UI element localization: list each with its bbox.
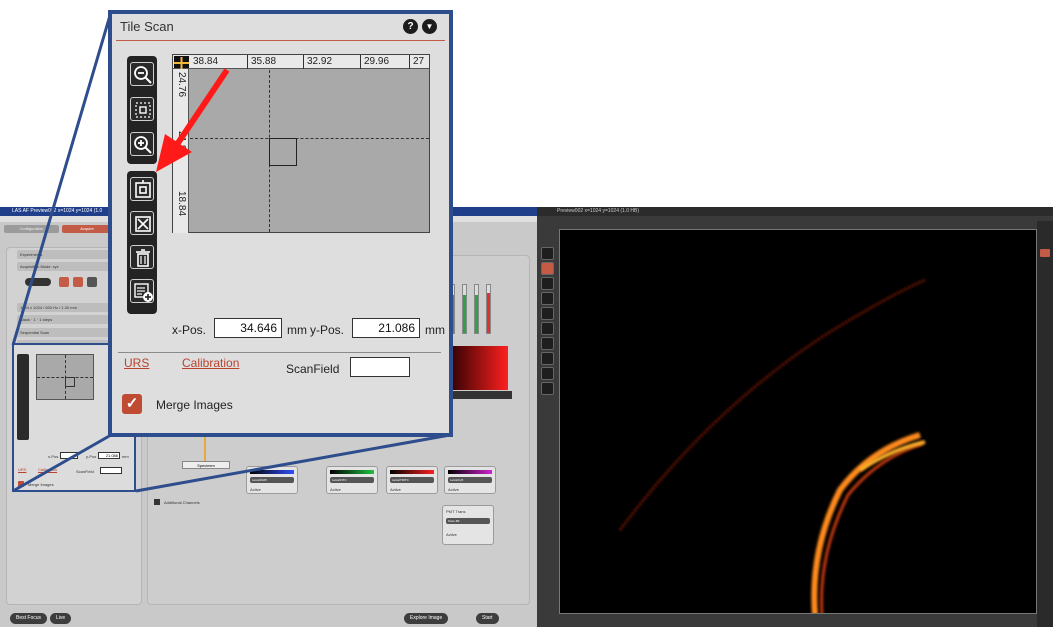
emission-spectrum [448, 346, 508, 390]
collapse-icon[interactable]: ▼ [422, 19, 437, 34]
mini-x-label: x-Pos [48, 454, 59, 459]
mini-scanfield-input[interactable] [100, 467, 122, 474]
y-pos-input[interactable] [352, 318, 420, 338]
ruler-top-label: 27 [413, 56, 425, 67]
scale-icon[interactable] [541, 292, 554, 305]
image-window-title: Preview002 x=1024 y=1024 (1.0 HB) [537, 207, 1053, 216]
ruler-left-label: 18.84 [176, 191, 187, 217]
mark-position-icon[interactable] [130, 177, 154, 201]
channel-color-bar [330, 470, 374, 474]
position-list-add-icon[interactable] [130, 279, 154, 303]
channel-active-label[interactable]: Active [390, 487, 401, 492]
mode-button-3[interactable] [87, 277, 97, 287]
mode-button-2[interactable] [73, 277, 83, 287]
detector-bars [448, 278, 506, 338]
statistics-icon[interactable] [541, 382, 554, 395]
tile-scan-panel: Tile Scan ? ▼ 38.84 35.88 32.92 29.96 27… [108, 10, 453, 437]
calibration-link[interactable]: Calibration [182, 356, 239, 370]
specimen-label: Specimen [182, 461, 230, 469]
image-viewer-window: Preview002 x=1024 y=1024 (1.0 HB) [537, 207, 1053, 627]
additional-channels-label: Additional Channels [164, 500, 200, 505]
tab-configuration[interactable]: Configuration [4, 225, 59, 233]
mini-merge-checkbox[interactable] [18, 481, 24, 487]
mode-button-1[interactable] [59, 277, 69, 287]
mini-scanfield-label: ScanField [76, 469, 94, 474]
x-pos-input[interactable] [214, 318, 282, 338]
image-window-side-strip [1037, 221, 1053, 627]
additional-channels-toggle[interactable] [154, 499, 160, 505]
screenshot-stage: LAS AF Preview002 x=1024 y=1024 (1.0 Con… [0, 0, 1053, 627]
mini-y-label: y-Pos [86, 454, 97, 459]
ruler-top-label: 29.96 [364, 56, 390, 67]
pmt-trans-select[interactable]: Scan-BF [446, 518, 490, 524]
mini-unit: mm [122, 454, 129, 459]
display-icon[interactable] [541, 277, 554, 290]
urs-link[interactable]: URS [124, 356, 149, 370]
merge-images-label: Merge Images [156, 398, 233, 412]
tile-tools-toolbar [127, 171, 157, 314]
scanfield-label: ScanField [286, 362, 340, 376]
side-accent-tab[interactable] [1040, 249, 1050, 257]
mini-urs-link[interactable]: URS [18, 467, 26, 472]
y-pos-label: y-Pos. [310, 323, 345, 337]
help-icon[interactable]: ? [403, 19, 418, 34]
mini-calibration-link[interactable]: Calibration [38, 467, 57, 472]
channel-box-tritc: Leica/TRITC Active [386, 466, 438, 494]
mini-tile-grid[interactable] [36, 354, 94, 400]
channel-active-label[interactable]: Active [330, 487, 341, 492]
color-lut-icon[interactable] [541, 262, 554, 275]
tab-acquire[interactable]: Acquire [62, 225, 112, 233]
channel-color-bar [250, 470, 294, 474]
tile-scan-title: Tile Scan [120, 19, 174, 34]
scanfield-input[interactable] [350, 357, 410, 377]
channel-color-bar [390, 470, 434, 474]
fit-to-screen-icon[interactable] [130, 97, 154, 121]
channel-select[interactable]: Leica/FITC [330, 477, 374, 483]
channel-box-fitc: Leica/FITC Active [326, 466, 378, 494]
x-pos-unit: mm [287, 323, 307, 337]
channel-active-label[interactable]: Active [448, 487, 459, 492]
zoom-out-icon[interactable] [541, 322, 554, 335]
field-divider [118, 352, 441, 353]
zoom-out-icon[interactable] [130, 62, 154, 86]
channel-color-bar [448, 470, 492, 474]
zoom-in-icon[interactable] [130, 132, 154, 156]
channel-box-cy5: Leica/Cy5 Active [444, 466, 496, 494]
remove-position-icon[interactable] [130, 211, 154, 235]
y-pos-unit: mm [425, 323, 445, 337]
channel-select[interactable]: Leica/TRITC [390, 477, 434, 483]
merge-images-checkbox[interactable]: ✓ [122, 394, 142, 414]
ruler-top-label: 32.92 [307, 56, 333, 67]
mini-x-input[interactable] [60, 452, 78, 459]
fluorescence-image[interactable] [559, 229, 1037, 614]
channel-active-label[interactable]: Active [250, 487, 261, 492]
image-side-toolbar [541, 247, 555, 407]
mode-select[interactable] [25, 278, 51, 286]
ruler-top-label: 35.88 [251, 56, 277, 67]
pmt-trans-box: PMT Trans Scan-BF Active [442, 505, 494, 545]
x-pos-label: x-Pos. [172, 323, 207, 337]
mini-tile-toolbar[interactable] [17, 354, 29, 440]
histogram-icon[interactable] [541, 367, 554, 380]
start-button[interactable]: Start [476, 613, 499, 624]
overlay-icon[interactable] [541, 247, 554, 260]
pmt-trans-label: PMT Trans [446, 509, 466, 514]
current-tile-box[interactable] [269, 138, 297, 166]
trash-icon[interactable] [130, 245, 154, 269]
channel-box-dapi: Leica/DAPI Active [246, 466, 298, 494]
channel-select[interactable]: Leica/DAPI [250, 477, 294, 483]
channel-icon[interactable] [541, 352, 554, 365]
zoom-in-icon[interactable] [541, 307, 554, 320]
best-focus-button[interactable]: Best Focus [10, 613, 48, 624]
header-divider [116, 40, 445, 41]
live-button[interactable]: Live [50, 613, 72, 624]
mini-y-input[interactable]: 21.086 [98, 452, 120, 459]
explore-image-button[interactable]: Explore Image [404, 613, 449, 624]
pmt-trans-active[interactable]: Active [446, 532, 457, 537]
tile-scan-header: Tile Scan ? ▼ [112, 14, 449, 41]
zoom-fit-icon[interactable] [541, 337, 554, 350]
mini-merge-label: Merge Images [28, 482, 54, 487]
red-arrow-annotation [156, 68, 230, 172]
channel-select[interactable]: Leica/Cy5 [448, 477, 492, 483]
